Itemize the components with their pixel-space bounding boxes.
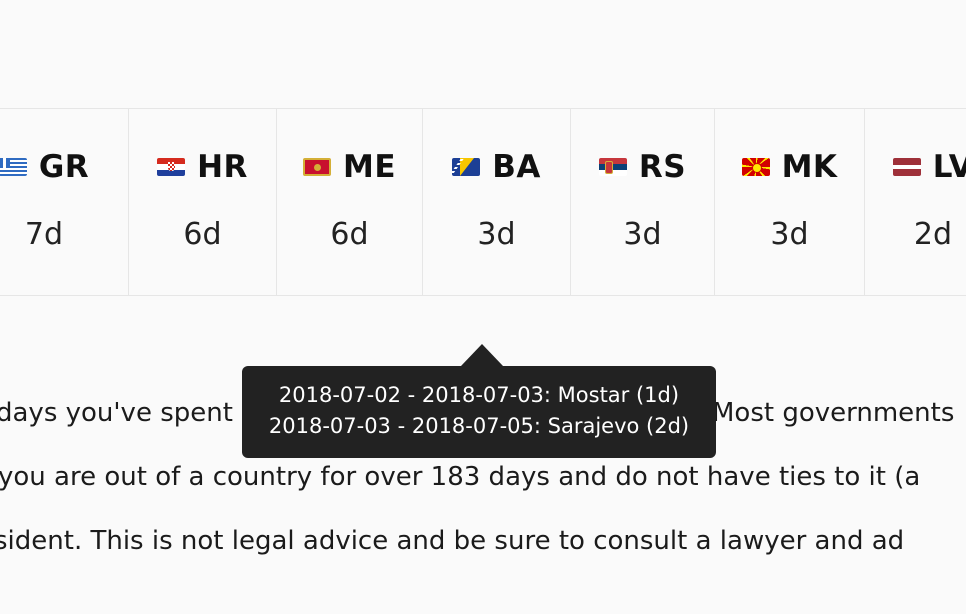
paragraph-line-2: you are out of a country for over 183 da… bbox=[0, 462, 921, 492]
montenegro-flag-icon bbox=[302, 158, 331, 176]
tooltip-line: 2018-07-03 - 2018-07-05: Sarajevo (2d) bbox=[268, 414, 690, 438]
macedonia-flag-icon bbox=[741, 158, 770, 176]
paragraph-line-3: sident. This is not legal advice and be … bbox=[0, 526, 905, 556]
country-code: RS bbox=[638, 149, 687, 185]
country-cell-lv[interactable]: LV 2d bbox=[865, 109, 966, 295]
paragraph-line-1-right: Most governments bbox=[712, 398, 955, 428]
country-code: MK bbox=[781, 149, 838, 185]
country-code: ME bbox=[342, 149, 397, 185]
greece-flag-icon bbox=[0, 158, 27, 176]
latvia-flag-icon bbox=[892, 158, 921, 176]
country-days: 3d bbox=[623, 217, 662, 252]
country-code: GR bbox=[38, 149, 90, 185]
croatia-flag-icon bbox=[157, 158, 186, 176]
country-days: 7d bbox=[24, 217, 64, 252]
country-days: 2d bbox=[913, 217, 953, 252]
serbia-flag-icon bbox=[598, 158, 627, 176]
country-code: LV bbox=[932, 149, 966, 185]
country-days-strip: GR 7d HR 6d ME 6d BA 3d RS 3d MK 3d LV 2… bbox=[0, 108, 966, 296]
tooltip-line: 2018-07-02 - 2018-07-03: Mostar (1d) bbox=[278, 383, 680, 407]
bosnia-flag-icon bbox=[452, 158, 481, 176]
country-code: HR bbox=[197, 149, 248, 185]
country-code: BA bbox=[492, 149, 541, 185]
country-days: 6d bbox=[330, 217, 369, 252]
country-cell-gr[interactable]: GR 7d bbox=[0, 109, 129, 295]
country-days: 3d bbox=[770, 217, 809, 252]
paragraph-line-1-left: days you've spent bbox=[0, 398, 233, 428]
country-cell-mk[interactable]: MK 3d bbox=[715, 109, 865, 295]
country-cell-rs[interactable]: RS 3d bbox=[571, 109, 715, 295]
country-cell-ba[interactable]: BA 3d bbox=[423, 109, 571, 295]
tooltip-arrow bbox=[461, 344, 503, 366]
page: GR 7d HR 6d ME 6d BA 3d RS 3d MK 3d LV 2… bbox=[0, 0, 966, 614]
stay-details-tooltip: 2018-07-02 - 2018-07-03: Mostar (1d) 201… bbox=[242, 344, 716, 458]
country-cell-hr[interactable]: HR 6d bbox=[129, 109, 277, 295]
country-days: 3d bbox=[477, 217, 516, 252]
country-days: 6d bbox=[183, 217, 222, 252]
country-cell-me[interactable]: ME 6d bbox=[277, 109, 423, 295]
